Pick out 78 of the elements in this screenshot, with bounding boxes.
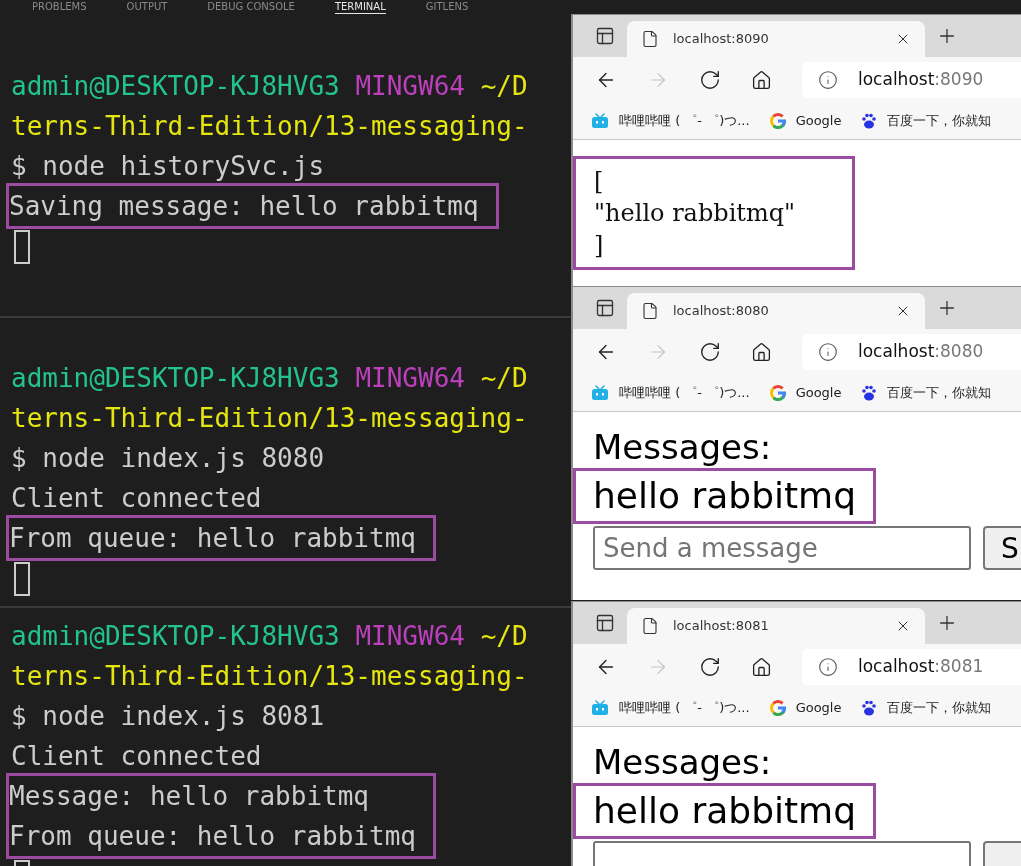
output-line: Client connected [10,740,263,773]
tab-title: localhost:8080 [673,302,770,321]
bookmark[interactable]: Google [769,383,842,403]
g-logo-icon [769,113,786,129]
g-logo-icon [769,385,786,401]
home-icon[interactable] [751,69,772,91]
message-text: hello rabbitmq [573,468,877,524]
tv-icon [591,113,609,129]
bookmark[interactable]: 百度一下，你就知 [861,698,992,718]
output-line: Message: hello rabbitmq [8,780,371,813]
bookmark[interactable]: 哔哩哔哩 ( ゜- ゜)つ... [591,383,750,403]
paw-icon [861,113,878,129]
address-bar[interactable]: localhost:8090 [802,62,1021,98]
prompt-path: ~/D [480,621,528,651]
bookmark[interactable]: Google [769,698,842,718]
path-line: terns-Third-Edition/13-messaging- [10,402,529,435]
address-bar[interactable]: localhost:8081 [802,649,1021,685]
panel-tab[interactable]: DEBUG CONSOLE [207,1,295,14]
command-line: $ node index.js 8081 [10,700,326,733]
message-text: hello rabbitmq [573,783,877,839]
prompt-shell: MINGW64 [355,621,465,651]
json-output: [ "hello rabbitmq" ] [573,156,855,270]
tv-icon [591,385,609,401]
prompt-user: admin@DESKTOP-KJ8HVG3 [11,363,340,393]
url-text: localhost:8090 [858,68,984,92]
output-line: Client connected [10,482,263,515]
bookmark[interactable]: Google [769,111,842,131]
output-line: From queue: hello rabbitmq [8,820,417,853]
bookmark[interactable]: 百度一下，你就知 [861,383,992,403]
url-text: localhost:8080 [858,340,984,364]
reload-icon[interactable] [699,69,721,91]
tab-actions-icon[interactable] [595,298,615,318]
panel-tab[interactable]: OUTPUT [126,1,168,14]
panel-tab[interactable]: TERMINAL [334,1,386,14]
panel-tab[interactable]: PROBLEMS [32,1,87,14]
messages-heading: Messages: [592,741,773,783]
message-field[interactable]: Send a message [593,526,971,570]
prompt-path: ~/D [480,363,528,393]
prompt-path: ~/D [480,71,528,101]
tab-actions-icon[interactable] [595,613,615,633]
prompt-shell: MINGW64 [355,363,465,393]
browser-tab[interactable]: localhost:8080 [627,293,925,329]
bookmark[interactable]: 哔哩哔哩 ( ゜- ゜)つ... [591,111,750,131]
command-line: $ node index.js 8080 [10,442,326,475]
paw-icon [861,700,878,716]
prompt-user: admin@DESKTOP-KJ8HVG3 [11,621,340,651]
browser-tab[interactable]: localhost:8090 [627,21,925,57]
tab-title: localhost:8081 [673,617,770,636]
home-icon[interactable] [751,341,772,363]
tab-title: localhost:8090 [673,30,770,49]
prompt-shell: MINGW64 [355,71,465,101]
output-line: From queue: hello rabbitmq [8,522,417,555]
tab-actions-icon[interactable] [595,26,615,46]
page-icon [641,30,659,48]
path-line: terns-Third-Edition/13-messaging- [10,110,529,143]
path-line: terns-Third-Edition/13-messaging- [10,660,529,693]
output-line: Saving message: hello rabbitmq [8,190,480,223]
info-icon [818,657,838,677]
home-icon[interactable] [751,656,772,678]
bookmark[interactable]: 哔哩哔哩 ( ゜- ゜)つ... [591,698,750,718]
prompt-user: admin@DESKTOP-KJ8HVG3 [11,71,340,101]
send-button[interactable]: S [983,526,1021,570]
bookmark[interactable]: 百度一下，你就知 [861,111,992,131]
address-bar[interactable]: localhost:8080 [802,334,1021,370]
info-icon [818,342,838,362]
paw-icon [861,385,878,401]
url-text: localhost:8081 [858,655,984,679]
reload-icon[interactable] [699,341,721,363]
g-logo-icon [769,700,786,716]
reload-icon[interactable] [699,656,721,678]
messages-heading: Messages: [592,426,773,468]
browser-tab[interactable]: localhost:8081 [627,608,925,644]
panel-tab[interactable]: GITLENS [425,1,469,14]
tv-icon [591,700,609,716]
info-icon [818,70,838,90]
page-icon [641,617,659,635]
page-icon [641,302,659,320]
command-line: $ node historySvc.js [10,150,326,183]
